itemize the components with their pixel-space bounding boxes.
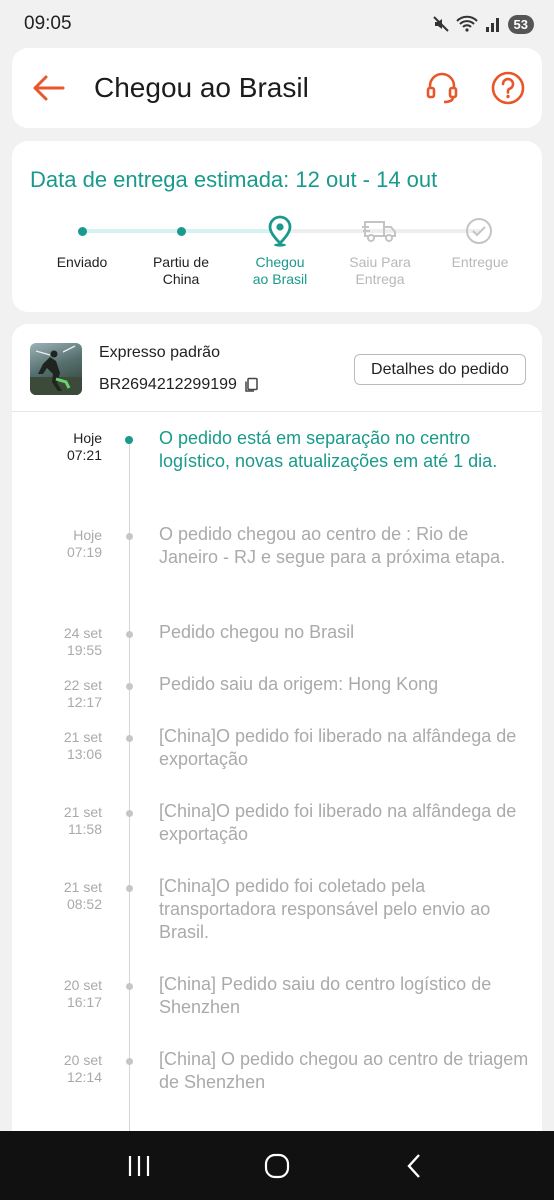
- step-label-entregue: Entregue: [451, 254, 509, 270]
- event-dot: [126, 533, 133, 540]
- help-icon: [491, 71, 525, 105]
- event-dot: [126, 683, 133, 690]
- back-arrow-icon: [33, 75, 65, 101]
- event-date: 24 set 19:55: [63, 625, 102, 658]
- signal-icon: [485, 18, 499, 32]
- timeline-line: [129, 439, 130, 1200]
- status-icons: 53: [432, 14, 534, 34]
- event-date: 20 set 16:17: [63, 977, 102, 1010]
- event-text: [China]O pedido foi liberado na alfândeg…: [159, 726, 517, 769]
- back-button[interactable]: [28, 68, 68, 108]
- event-text: [China]O pedido foi coletado pela transp…: [159, 876, 491, 942]
- event-dot: [126, 1058, 133, 1065]
- event-dot: [126, 885, 133, 892]
- status-bar: 09:05 53: [0, 0, 554, 48]
- tracking-number-row: BR2694212299199: [99, 376, 259, 394]
- event-dot: [126, 983, 133, 990]
- event-text: O pedido chegou ao centro de : Rio de Ja…: [159, 524, 506, 567]
- support-button[interactable]: [422, 68, 462, 108]
- status-time: 09:05: [24, 13, 72, 34]
- event-date: 20 set 12:14: [63, 1052, 102, 1085]
- support-headset-icon: [426, 72, 458, 104]
- page-title: Chegou ao Brasil: [94, 72, 309, 103]
- event-dot: [126, 735, 133, 742]
- event-dot: [125, 436, 133, 444]
- event-text: [China] O pedido chegou ao centro de tri…: [159, 1049, 529, 1092]
- wifi-icon: [455, 15, 478, 32]
- shipping-method: Expresso padrão: [99, 344, 220, 361]
- event-text: Pedido saiu da origem: Hong Kong: [159, 674, 439, 694]
- event-date: 21 set 11:58: [63, 804, 102, 837]
- back-nav-button[interactable]: [401, 1153, 429, 1179]
- recent-apps-button[interactable]: [125, 1153, 153, 1179]
- event-text: Pedido chegou no Brasil: [159, 622, 355, 642]
- step-label-chegou: Chegou ao Brasil: [252, 254, 308, 287]
- step-label-partiu: Partiu de China: [152, 254, 210, 287]
- event-date: 21 set 13:06: [63, 729, 102, 762]
- step-label-saiu: Saiu Para Entrega: [349, 254, 411, 287]
- step-dot-enviado: [78, 227, 87, 236]
- estimated-delivery: Data de entrega estimada: 12 out - 14 ou…: [30, 167, 438, 192]
- event-date: Hoje 07:19: [66, 527, 102, 560]
- event-dot: [126, 631, 133, 638]
- event-text: [China]O pedido foi liberado na alfândeg…: [159, 801, 517, 844]
- step-label-enviado: Enviado: [56, 254, 108, 270]
- event-date: 22 set 12:17: [63, 677, 102, 710]
- header-bar: Chegou ao Brasil: [12, 48, 542, 128]
- event-date: 21 set 08:52: [63, 879, 102, 912]
- check-circle-icon: [466, 218, 492, 244]
- mute-icon: [432, 16, 449, 32]
- event-text: [China] Pedido saiu do centro logístico …: [159, 974, 492, 1017]
- delivery-truck-icon: [362, 221, 396, 242]
- tracking-card: Expresso padrão BR2694212299199 Detalhes…: [12, 324, 542, 1200]
- event-date: Hoje 07:21: [66, 430, 102, 463]
- location-pin-icon: [268, 215, 292, 247]
- home-button[interactable]: [263, 1153, 291, 1179]
- event-text: O pedido está em separação no centro log…: [159, 428, 498, 471]
- battery-badge: 53: [507, 14, 534, 34]
- tracking-number: BR2694212299199: [99, 376, 237, 393]
- order-details-button[interactable]: Detalhes do pedido: [354, 354, 526, 385]
- system-nav-bar: [0, 1131, 554, 1200]
- help-button[interactable]: [488, 68, 528, 108]
- copy-icon[interactable]: [243, 377, 259, 393]
- event-dot: [126, 810, 133, 817]
- product-thumbnail: [30, 343, 82, 395]
- step-dot-partiu: [177, 227, 186, 236]
- divider: [12, 411, 542, 412]
